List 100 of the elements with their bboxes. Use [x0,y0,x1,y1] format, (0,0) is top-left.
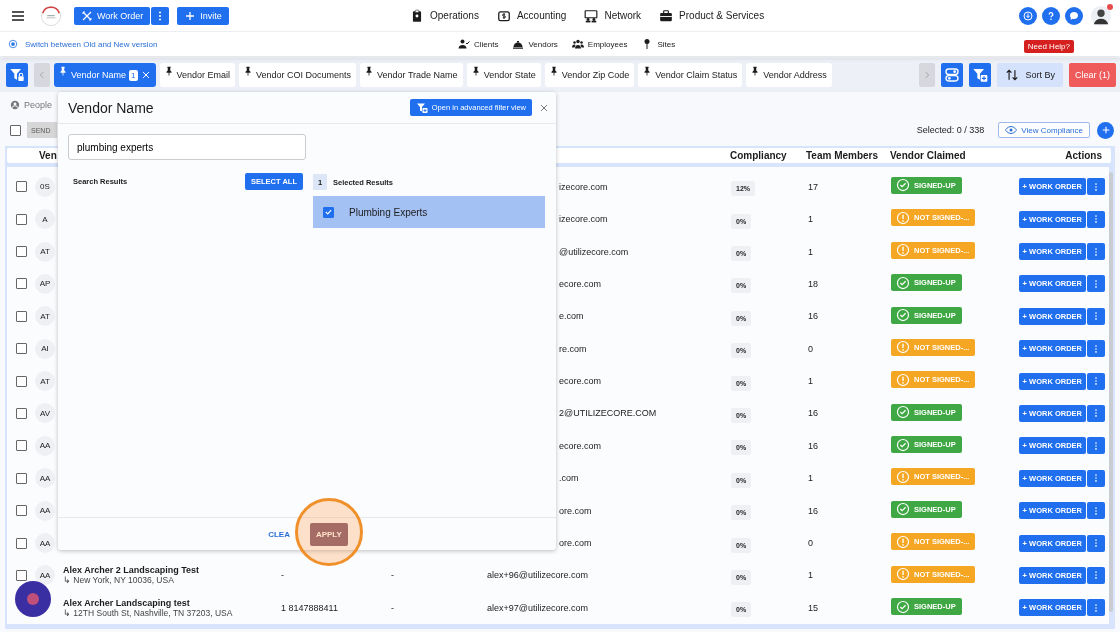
vendor-initials-avatar: AI [35,338,55,359]
account-icon [10,100,20,110]
more-button[interactable] [1087,275,1105,293]
table-cell-text: alex+97@utilizecore.com [487,602,589,613]
column-header[interactable]: Vendor Claimed [890,149,1016,161]
people-tab[interactable]: People [10,100,53,110]
nav-item[interactable]: Clients [458,38,499,50]
more-button[interactable] [1087,243,1105,260]
filter-chip[interactable]: Vendor Email [159,63,236,87]
row-checkbox[interactable] [15,213,27,225]
more-button[interactable] [1087,437,1105,455]
table-cell-text: 17 [807,181,819,192]
alert-circle-icon [896,470,910,484]
more-button[interactable] [1087,404,1105,422]
help-button[interactable] [1042,6,1060,25]
nav-item[interactable]: Vendors [512,38,558,50]
more-button[interactable] [1087,178,1105,196]
search-field[interactable]: plumbing experts [68,134,306,160]
more-button[interactable] [1087,566,1105,584]
view-compliance-button[interactable]: View Compliance [998,122,1090,138]
row-checkbox[interactable] [15,375,27,387]
nav-item[interactable]: Sites [641,38,676,50]
row-checkbox[interactable] [15,278,27,290]
row-checkbox[interactable] [15,407,27,419]
toggle-view-button[interactable] [941,63,964,87]
more-button[interactable] [1087,469,1105,487]
company-logo[interactable] [40,4,62,27]
eye-icon [1005,124,1018,136]
nav-item[interactable]: Network [584,8,642,23]
pin-icon [364,66,375,76]
more-button[interactable] [1087,599,1105,617]
more-button[interactable] [1087,502,1105,520]
select-all-checkbox[interactable] [10,124,21,136]
vendor-address: ↳ New York, NY 10036, USA [63,575,175,586]
nav-item[interactable]: Employees [571,38,628,50]
more-button[interactable] [1087,340,1105,358]
alert-circle-icon [896,372,910,387]
filter-lock-button[interactable] [6,63,28,87]
filter-chip[interactable]: Vendor State [466,63,541,87]
radio-icon[interactable] [8,39,18,49]
scrollbar[interactable] [1109,172,1113,612]
briefcase-icon [659,8,674,23]
close-icon[interactable] [140,70,151,80]
row-checkbox[interactable] [15,505,27,517]
sort-button[interactable]: Sort By [997,63,1063,87]
clear-filters-button[interactable]: Clear (1) [1069,63,1116,87]
column-header[interactable]: Compliancy [730,149,806,161]
more-button[interactable] [151,6,170,25]
money-icon [496,8,511,23]
row-checkbox[interactable] [15,246,27,257]
user-avatar[interactable] [1090,4,1112,27]
filter-chip[interactable]: Vendor Claim Status [638,63,743,87]
clear-button[interactable]: CLEA [268,529,290,539]
pin-icon [58,66,68,76]
column-header[interactable]: Team Members [806,149,890,161]
download-button[interactable] [1019,6,1037,25]
help-button[interactable]: Need Help? [1023,40,1074,53]
filter-chip[interactable]: Vendor Zip Code [544,63,635,87]
more-button[interactable] [1087,307,1105,325]
filter-chip[interactable]: Vendor Address [746,63,832,87]
more-button[interactable] [1087,210,1105,228]
invite-button[interactable]: Invite [177,6,229,25]
plus-icon [1100,125,1111,135]
row-checkbox[interactable] [15,181,27,193]
work-order-button[interactable]: Work Order [74,6,151,25]
nav-item[interactable]: Operations [410,8,479,23]
vendor-initials-avatar: AV [35,403,55,424]
bell-icon [512,38,525,50]
alert-circle-icon [896,567,910,582]
filter-chip[interactable]: Vendor Trade Name [360,63,463,87]
checkbox[interactable] [323,206,334,218]
table-cell-text: 16 [807,505,819,516]
table-cell-text: 1 [807,246,814,257]
row-checkbox[interactable] [15,440,27,452]
add-button[interactable] [1097,121,1114,139]
chat-button[interactable] [1065,6,1083,25]
check-circle-icon [896,178,910,193]
column-header[interactable]: Actions [1065,149,1106,161]
vendor-initials-avatar: AA [35,500,55,521]
more-button[interactable] [1087,372,1105,390]
row-checkbox[interactable] [15,537,27,549]
table-cell-text: e.com [559,311,585,322]
apply-button[interactable]: APPLY [309,522,348,546]
filter-chip[interactable]: Vendor COI Documents [239,63,357,87]
check-circle-icon [896,275,910,290]
add-filter-button[interactable] [969,63,992,87]
table-cell-text: @utilizecore.com [559,246,630,257]
table-cell-text: izecore.com [559,214,609,225]
row-checkbox[interactable] [15,310,27,322]
row-checkbox[interactable] [15,343,27,355]
row-checkbox[interactable] [15,569,27,581]
pin-icon [642,66,653,76]
version-switch-link[interactable]: Switch between Old and New version [25,39,158,49]
filter-chip[interactable]: Vendor Name 1 [54,63,156,87]
nav-item[interactable]: Accounting [496,8,567,23]
nav-item[interactable]: Product & Services [659,8,765,23]
row-checkbox[interactable] [15,472,27,484]
selected-result-item[interactable]: Plumbing Experts [313,196,545,228]
more-button[interactable] [1087,534,1105,552]
people-group-icon [571,38,584,50]
